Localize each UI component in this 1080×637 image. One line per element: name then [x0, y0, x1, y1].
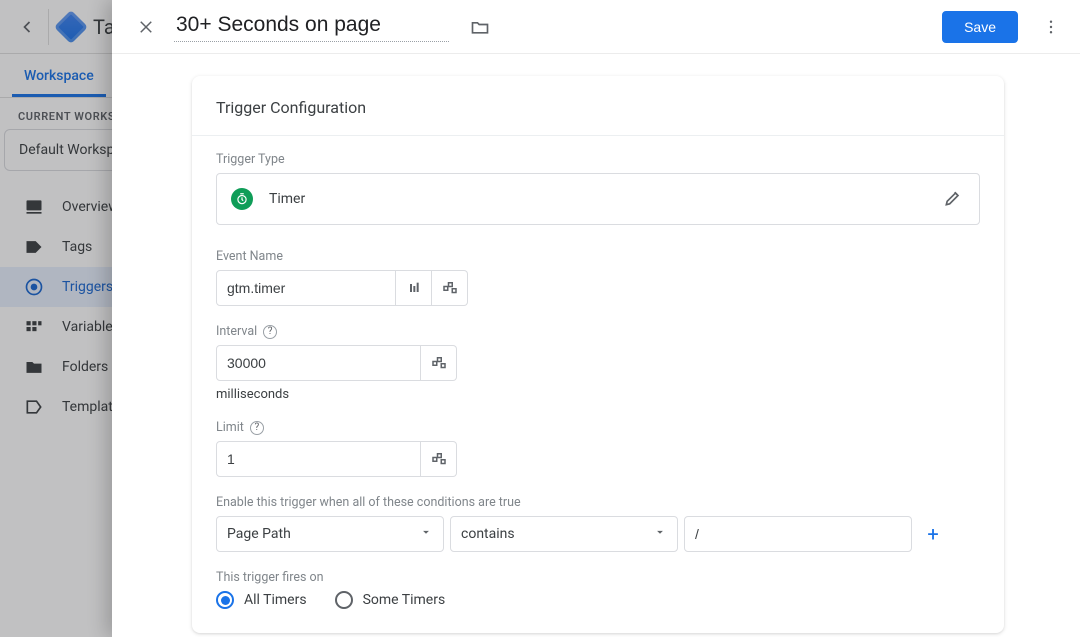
more-menu-button[interactable] — [1032, 8, 1070, 46]
caret-down-icon — [653, 525, 667, 543]
radio-icon — [216, 591, 234, 609]
interval-input[interactable] — [216, 345, 421, 381]
fires-on-label: This trigger fires on — [216, 570, 980, 585]
radio-label: All Timers — [244, 592, 307, 608]
event-name-label: Event Name — [216, 249, 980, 264]
limit-label: Limit ? — [216, 420, 980, 435]
interval-help-icon[interactable]: ? — [263, 325, 277, 339]
condition-variable-select[interactable]: Page Path — [216, 516, 444, 552]
trigger-edit-panel: Save Trigger Configuration Trigger Type … — [112, 0, 1080, 637]
conditions-label: Enable this trigger when all of these co… — [216, 495, 980, 510]
interval-label: Interval ? — [216, 324, 980, 339]
radio-label: Some Timers — [363, 592, 446, 608]
limit-input[interactable] — [216, 441, 421, 477]
interval-variable-button[interactable] — [421, 345, 457, 381]
trigger-type-name: Timer — [269, 191, 927, 207]
event-name-format-button[interactable] — [396, 270, 432, 306]
radio-all-timers[interactable]: All Timers — [216, 591, 307, 609]
card-header: Trigger Configuration — [192, 76, 1004, 136]
panel-header: Save — [112, 0, 1080, 54]
event-name-variable-button[interactable] — [432, 270, 468, 306]
close-button[interactable] — [126, 7, 166, 47]
condition-operator-select[interactable]: contains — [450, 516, 678, 552]
limit-variable-button[interactable] — [421, 441, 457, 477]
radio-some-timers[interactable]: Some Timers — [335, 591, 446, 609]
save-button[interactable]: Save — [942, 11, 1018, 43]
condition-value-input[interactable] — [684, 516, 912, 552]
trigger-name-input[interactable] — [174, 11, 449, 42]
interval-units: milliseconds — [216, 387, 980, 402]
trigger-type-label: Trigger Type — [216, 152, 980, 167]
radio-icon — [335, 591, 353, 609]
edit-trigger-type-icon[interactable] — [943, 188, 965, 210]
add-condition-button[interactable]: + — [918, 519, 948, 549]
trigger-config-card: Trigger Configuration Trigger Type Timer — [192, 76, 1004, 633]
folder-button[interactable] — [463, 10, 497, 44]
event-name-input[interactable] — [216, 270, 396, 306]
limit-help-icon[interactable]: ? — [250, 421, 264, 435]
caret-down-icon — [419, 525, 433, 543]
timer-icon — [231, 188, 253, 210]
trigger-type-selector[interactable]: Timer — [216, 173, 980, 225]
